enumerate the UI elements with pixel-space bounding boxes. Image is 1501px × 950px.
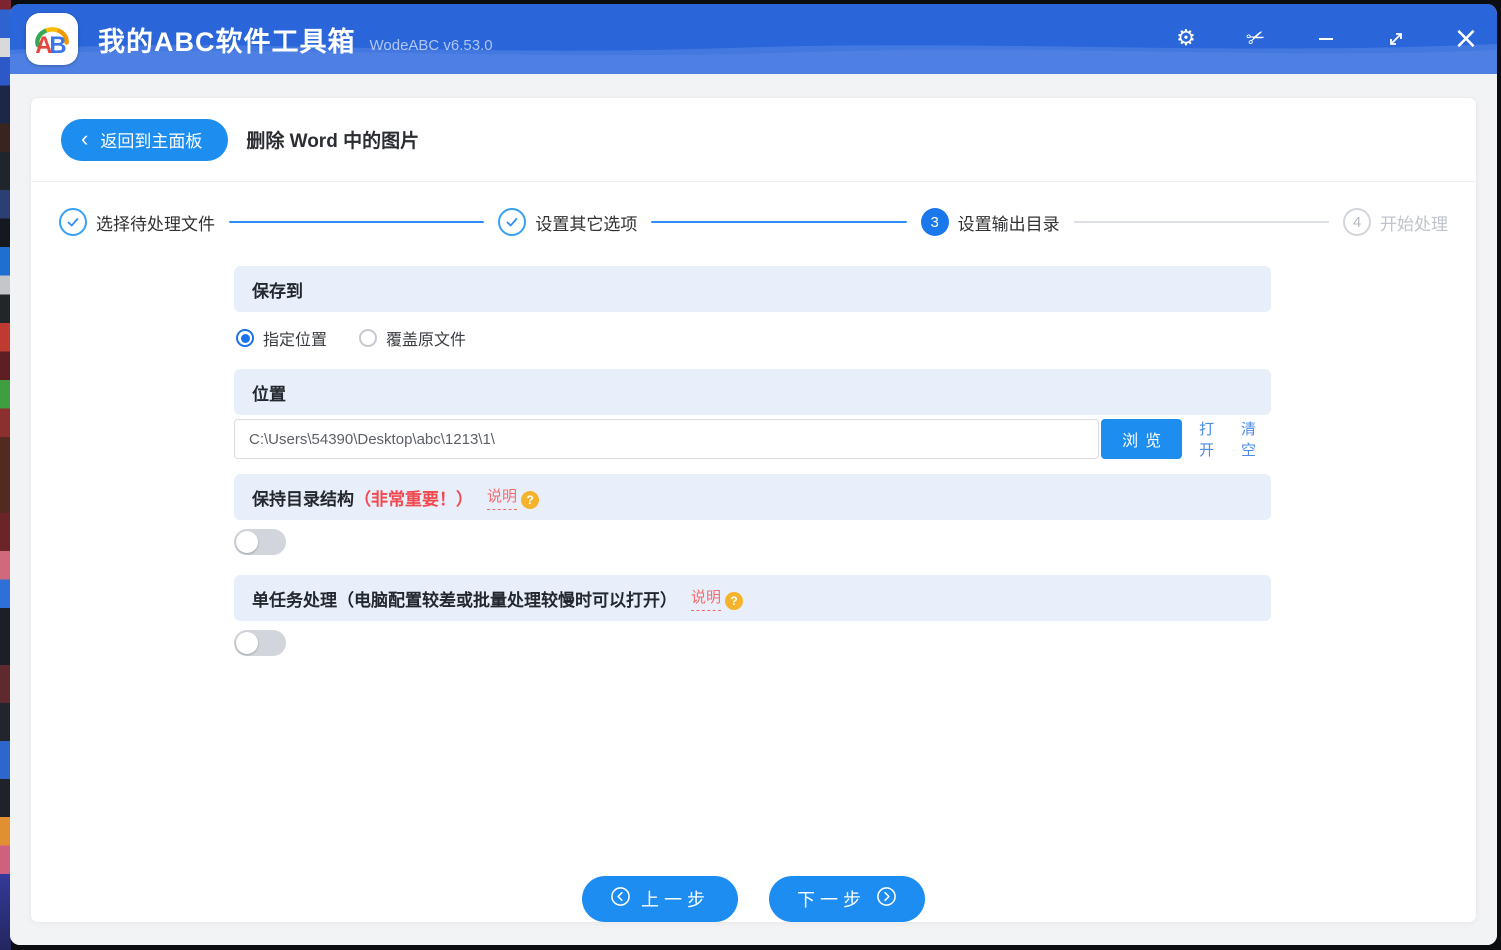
app-title: 我的ABC软件工具箱	[98, 26, 356, 57]
step-connector	[1073, 221, 1329, 223]
step-connector	[651, 221, 907, 223]
title-bar[interactable]: A B 我的ABC软件工具箱 WodeABC v6.53.0 ⚙ ✂ ×	[10, 4, 1497, 74]
next-step-label: 下一步	[797, 890, 866, 910]
radio-specified-location-label: 指定位置	[263, 332, 328, 349]
settings-content: 保存到 指定位置 覆盖原文件 位置 C:\Users\54390\Desktop…	[234, 266, 1271, 656]
single-task-help-link[interactable]: 说明	[691, 586, 722, 611]
step-3-number-badge: 3	[920, 208, 949, 236]
radio-specified-location[interactable]: 指定位置	[236, 326, 327, 350]
location-section-header: 位置	[234, 369, 1271, 415]
main-area: ‹ 返回到主面板 删除 Word 中的图片 选择待处理文件 设置其它选项 3 设…	[10, 74, 1497, 945]
app-logo: A B	[26, 13, 78, 65]
keep-structure-help-link[interactable]: 说明	[487, 485, 518, 510]
save-to-options: 指定位置 覆盖原文件	[236, 326, 1271, 350]
toggle-knob	[236, 531, 258, 553]
abc-logo-icon: A B	[35, 27, 69, 59]
settings-gear-icon[interactable]: ⚙	[1173, 22, 1199, 56]
question-mark-icon[interactable]: ?	[521, 491, 540, 509]
step-2-check-icon	[498, 208, 527, 236]
step-1-check-icon	[59, 208, 87, 236]
step-1-label: 选择待处理文件	[96, 214, 215, 234]
single-task-title: 单任务处理（电脑配置较差或批量处理较慢时可以打开）	[252, 590, 677, 610]
step-2-label: 设置其它选项	[535, 214, 638, 234]
toggle-knob	[236, 632, 258, 654]
single-task-toggle-off[interactable]	[234, 630, 286, 656]
card-header: ‹ 返回到主面板 删除 Word 中的图片	[31, 98, 1476, 182]
browse-button[interactable]: 浏览	[1101, 419, 1183, 459]
content-card: ‹ 返回到主面板 删除 Word 中的图片 选择待处理文件 设置其它选项 3 设…	[30, 97, 1477, 923]
single-task-section-header: 单任务处理（电脑配置较差或批量处理较慢时可以打开） 说明 ?	[234, 575, 1271, 621]
keep-structure-title: 保持目录结构	[252, 489, 354, 509]
page-title: 删除 Word 中的图片	[246, 131, 420, 152]
app-window: A B 我的ABC软件工具箱 WodeABC v6.53.0 ⚙ ✂ × ‹ 返…	[10, 4, 1497, 945]
scissors-screenshot-icon[interactable]: ✂	[1243, 22, 1269, 56]
previous-step-label: 上一步	[641, 890, 710, 910]
step-wizard: 选择待处理文件 设置其它选项 3 设置输出目录 4 开始处理	[59, 208, 1448, 236]
output-path-input[interactable]	[234, 419, 1100, 459]
svg-text:B: B	[49, 32, 66, 59]
window-controls: ⚙ ✂ ×	[1129, 22, 1479, 56]
app-version: WodeABC v6.53.0	[369, 36, 493, 54]
keep-structure-toggle-off[interactable]	[234, 529, 286, 555]
save-to-section-header: 保存到	[234, 266, 1271, 312]
back-button-label: 返回到主面板	[100, 132, 203, 151]
circle-arrow-left-icon	[610, 886, 631, 912]
save-to-title: 保存到	[252, 281, 303, 301]
step-3-output-directory: 3 设置输出目录	[920, 208, 1060, 236]
previous-step-button[interactable]: 上一步	[582, 876, 738, 922]
step-4-label: 开始处理	[1379, 214, 1448, 234]
wizard-footer: 上一步 下一步	[31, 876, 1476, 922]
back-to-dashboard-button[interactable]: ‹ 返回到主面板	[61, 118, 229, 161]
keep-structure-important-note: （非常重要！）	[354, 489, 473, 509]
step-1-select-files: 选择待处理文件	[59, 208, 215, 236]
location-title: 位置	[252, 384, 286, 404]
radio-unselected-icon[interactable]	[359, 329, 378, 347]
minimize-icon[interactable]	[1313, 22, 1339, 56]
step-4-number-badge: 4	[1342, 208, 1371, 236]
question-mark-icon[interactable]: ?	[725, 592, 744, 610]
chevron-left-icon: ‹	[81, 125, 89, 151]
maximize-icon[interactable]	[1383, 22, 1409, 56]
radio-selected-icon[interactable]	[236, 329, 254, 347]
close-icon[interactable]: ×	[1453, 22, 1479, 56]
next-step-button[interactable]: 下一步	[769, 876, 925, 922]
step-4-start-processing: 4 开始处理	[1342, 208, 1448, 236]
keep-structure-section-header: 保持目录结构 （非常重要！） 说明 ?	[234, 474, 1271, 520]
step-connector	[229, 221, 485, 223]
step-3-label: 设置输出目录	[957, 214, 1060, 234]
circle-arrow-right-icon	[876, 886, 897, 912]
step-2-other-options: 设置其它选项	[498, 208, 637, 236]
open-folder-link[interactable]: 打开	[1199, 418, 1229, 460]
radio-overwrite-original-label: 覆盖原文件	[386, 332, 467, 349]
radio-overwrite-original[interactable]: 覆盖原文件	[359, 326, 466, 350]
clear-path-link[interactable]: 清空	[1241, 418, 1271, 460]
location-input-row: 浏览 打开 清空	[234, 418, 1271, 460]
